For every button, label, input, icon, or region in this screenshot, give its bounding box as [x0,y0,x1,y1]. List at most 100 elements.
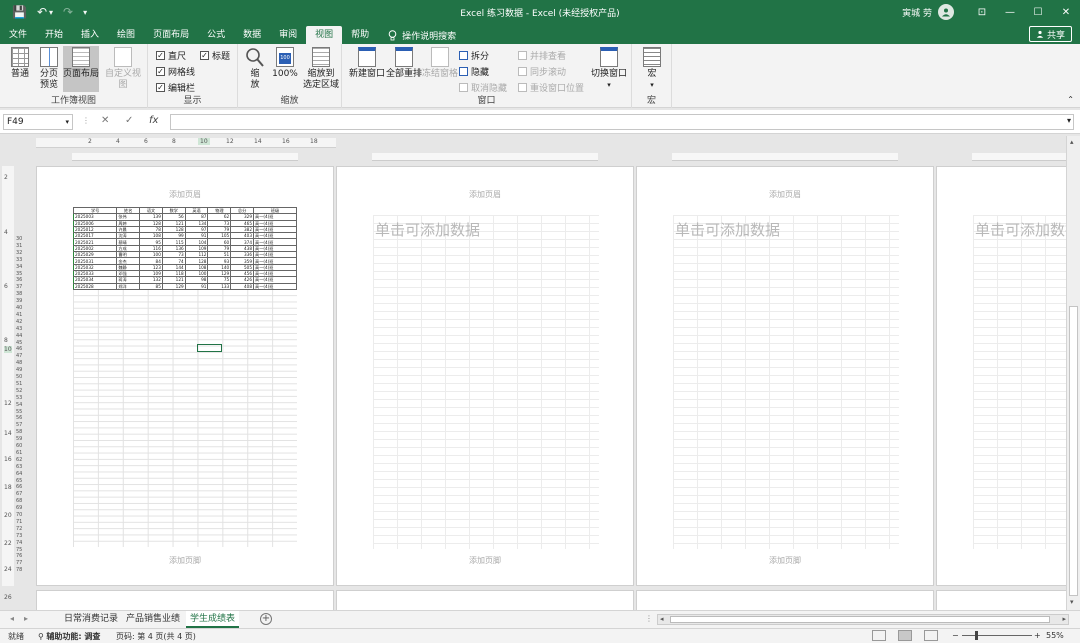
accessibility-status[interactable]: ⚲ 辅助功能: 调查 [38,631,100,642]
row-number[interactable]: 32 [16,250,22,256]
gridlines-checkbox[interactable]: ✓ 网格线 [156,65,195,78]
formula-input[interactable] [170,114,1074,130]
table-cell[interactable]: 85 [139,282,163,290]
row-number[interactable]: 33 [16,257,22,263]
close-button[interactable]: ✕ [1052,0,1080,24]
tab-review[interactable]: 审阅 [270,26,306,44]
zoom-to-selection-button[interactable]: 缩放到 选定区域 [302,47,340,91]
row-number[interactable]: 44 [16,333,22,339]
zoom-in-button[interactable]: + [1034,631,1041,640]
row-number[interactable]: 50 [16,374,22,380]
table-cell[interactable]: 郑洋 [116,282,141,290]
row-number[interactable]: 46 [16,346,22,352]
name-box[interactable]: F49 ▾ [3,114,73,130]
page-break-preview-button[interactable]: 分页 预览 [36,47,62,91]
row-number[interactable]: 42 [16,319,22,325]
name-box-dropdown-icon[interactable]: ▾ [65,115,69,129]
page-footer[interactable]: 添加页脚 [937,555,1066,566]
column-headers-page-1[interactable] [72,153,298,161]
vertical-scrollbar[interactable]: ▴ ▾ [1066,136,1080,610]
scroll-up-icon[interactable]: ▴ [1070,138,1074,146]
row-number[interactable]: 55 [16,409,22,415]
row-number[interactable]: 53 [16,395,22,401]
blank-page-grid[interactable] [673,215,899,549]
next-sheet-icon[interactable]: ▸ [24,614,28,623]
ruler-checkbox[interactable]: ✓ 直尺 [156,49,186,62]
row-number[interactable]: 69 [16,505,22,511]
row-number[interactable]: 76 [16,553,22,559]
row-number[interactable]: 56 [16,415,22,421]
enter-icon[interactable]: ✓ [125,115,133,126]
blank-page-grid[interactable] [973,215,1066,549]
row-number[interactable]: 47 [16,353,22,359]
row-number[interactable]: 37 [16,284,22,290]
click-to-add-data[interactable]: 单击可添加数据 [675,219,780,240]
table-cell[interactable]: 91 [184,282,209,290]
column-headers-page-3[interactable] [672,153,898,161]
page-header[interactable]: 添加页眉 [337,189,633,200]
click-to-add-data[interactable]: 单击可添加数据 [975,219,1066,240]
headings-checkbox[interactable]: ✓ 标题 [200,49,230,62]
sheet-tab-daily-expense[interactable]: 日常消费记录 [60,611,122,628]
row-number[interactable]: 52 [16,388,22,394]
row-number[interactable]: 57 [16,422,22,428]
save-icon[interactable]: 💾 [12,5,27,19]
row-number[interactable]: 58 [16,429,22,435]
row-number[interactable]: 59 [16,436,22,442]
sheet-tab-student-scores[interactable]: 学生成绩表 [186,611,240,628]
row-number[interactable]: 66 [16,484,22,490]
row-number[interactable]: 35 [16,271,22,277]
vertical-scroll-thumb[interactable] [1069,306,1078,596]
page-layout-view-icon[interactable] [898,630,912,641]
row-number[interactable]: 63 [16,464,22,470]
row-number[interactable]: 34 [16,264,22,270]
row-number[interactable]: 67 [16,491,22,497]
row-number[interactable]: 45 [16,340,22,346]
row-number[interactable]: 65 [16,478,22,484]
row-number[interactable]: 60 [16,443,22,449]
page-header[interactable]: 添加页眉 [37,189,333,200]
click-to-add-data[interactable]: 单击可添加数据 [375,219,480,240]
sheet-tab-product-sales[interactable]: 产品销售业绩 [122,611,184,628]
selected-cell[interactable] [197,344,222,352]
minimize-button[interactable]: — [996,0,1024,24]
blank-page-grid[interactable] [373,215,599,549]
maximize-button[interactable]: ☐ [1024,0,1052,24]
expand-formula-bar-icon[interactable]: ▾ [1067,116,1071,125]
row-number[interactable]: 64 [16,471,22,477]
row-number[interactable]: 70 [16,512,22,518]
tell-me-search[interactable]: 操作说明搜索 [378,26,456,44]
horizontal-scroll-thumb[interactable] [670,616,1050,623]
page-footer[interactable]: 添加页脚 [337,555,633,566]
row-number[interactable]: 54 [16,402,22,408]
row-number[interactable]: 72 [16,526,22,532]
row-number[interactable]: 40 [16,305,22,311]
page-footer[interactable]: 添加页脚 [637,555,933,566]
collapse-ribbon-icon[interactable]: ⌃ [1067,95,1074,104]
row-number[interactable]: 62 [16,457,22,463]
zoom-slider-thumb[interactable] [975,631,978,640]
switch-windows-button[interactable]: 切换窗口 ▾ [590,47,628,91]
scroll-right-icon[interactable]: ▸ [1062,615,1066,623]
row-number[interactable]: 77 [16,560,22,566]
ribbon-display-options-icon[interactable]: ⊡ [968,0,996,24]
row-number[interactable]: 68 [16,498,22,504]
table-cell[interactable]: 2025028 [72,282,118,290]
horizontal-scrollbar[interactable]: ◂ ▸ [657,614,1069,625]
scroll-left-icon[interactable]: ◂ [660,615,664,623]
zoom-100-button[interactable]: 100 100% [272,47,298,80]
table-cell[interactable]: 高一(4)班 [253,282,297,290]
tab-help[interactable]: 帮助 [342,26,378,44]
normal-view-button[interactable]: 普通 [8,47,32,80]
split-button[interactable]: 拆分 [459,49,489,62]
row-number[interactable]: 31 [16,243,22,249]
tab-home[interactable]: 开始 [36,26,72,44]
tab-page-layout[interactable]: 页面布局 [144,26,198,44]
tab-split-handle[interactable]: ⋮ [645,614,653,623]
tab-formulas[interactable]: 公式 [198,26,234,44]
add-sheet-icon[interactable]: + [260,613,272,625]
row-number[interactable]: 43 [16,326,22,332]
tab-insert[interactable]: 插入 [72,26,108,44]
zoom-button[interactable]: 缩 放 [244,47,266,91]
row-number[interactable]: 71 [16,519,22,525]
